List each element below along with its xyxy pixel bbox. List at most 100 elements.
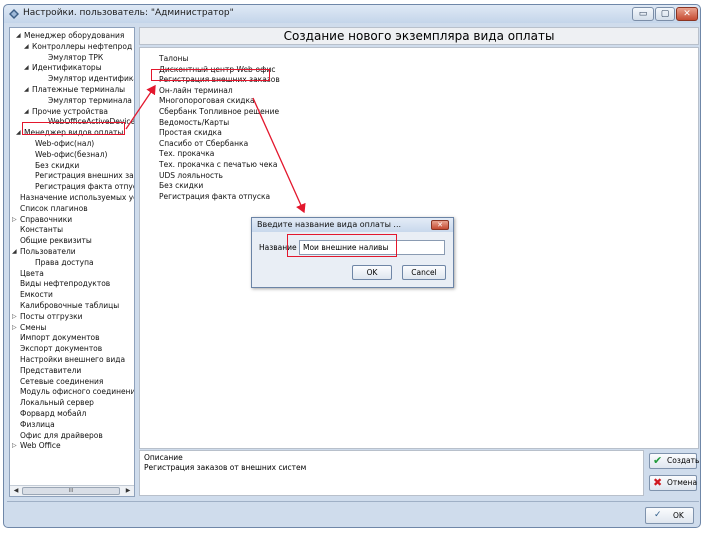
tree-item[interactable]: ◢ Менеджер видов оплаты [16, 127, 123, 138]
tree-item[interactable]: ◢ Пользователи [12, 246, 76, 257]
collapsed-triangle-icon[interactable]: ▷ [12, 311, 19, 322]
expanded-triangle-icon[interactable]: ◢ [24, 84, 31, 95]
tree-item-label: Модуль офисного соединени [20, 387, 135, 397]
tree-item[interactable]: ▷ Смены [12, 322, 46, 333]
collapsed-triangle-icon[interactable]: ▷ [12, 322, 19, 333]
tree-item-label: Эмулятор идентифика [48, 74, 135, 84]
tree-item[interactable]: Виды нефтепродуктов [20, 278, 110, 289]
create-button-label: Создать [667, 456, 700, 465]
scroll-right-icon[interactable]: ▶ [123, 486, 133, 496]
tree-item-label: Общие реквизиты [20, 236, 92, 246]
tree-item[interactable]: Импорт документов [20, 332, 100, 343]
tree-item-label: Калибровочные таблицы [20, 301, 120, 310]
tree-item[interactable]: ◢ Прочие устройства [24, 106, 108, 117]
tree-item[interactable]: Офис для драйверов [20, 430, 103, 441]
tree-item-label: Локальный сервер [20, 398, 94, 408]
scroll-thumb[interactable]: III [22, 487, 120, 495]
tree-item[interactable]: Права доступа [35, 257, 94, 268]
tree-item[interactable]: Эмулятор терминала [48, 95, 132, 106]
tree-item[interactable]: ◢ Контроллеры нефтепрод [24, 41, 133, 52]
tree-item[interactable]: Настройки внешнего вида [20, 354, 125, 365]
dialog-cancel-button[interactable]: Cancel [402, 265, 446, 280]
close-button[interactable]: ✕ [676, 7, 698, 21]
tree-item[interactable]: Модуль офисного соединени [20, 386, 135, 397]
tree-item[interactable]: Емкости [20, 289, 53, 300]
payment-type-item[interactable]: Регистрация факта отпуска [159, 191, 270, 202]
tree-item[interactable]: Калибровочные таблицы [20, 300, 119, 311]
payment-type-item[interactable]: Регистрация внешних заказов [159, 74, 280, 85]
expanded-triangle-icon[interactable]: ◢ [24, 62, 31, 73]
dialog-ok-button[interactable]: OK [352, 265, 392, 280]
payment-type-item[interactable]: Без скидки [159, 180, 203, 191]
payment-type-item[interactable]: Сбербанк Топливное решение [159, 106, 279, 117]
name-input[interactable] [299, 240, 445, 255]
expanded-triangle-icon[interactable]: ◢ [24, 41, 31, 52]
description-text: Регистрация заказов от внешних систем [144, 463, 307, 472]
collapsed-triangle-icon[interactable]: ▷ [12, 214, 19, 225]
tree-item[interactable]: ◢ Идентификаторы [24, 62, 102, 73]
tree-item[interactable]: Без скидки [35, 160, 79, 171]
tree-item[interactable]: Цвета [20, 268, 44, 279]
dialog-close-button[interactable]: ✕ [431, 220, 449, 230]
maximize-button[interactable]: ▢ [655, 7, 675, 21]
checkmark-icon: ✔ [653, 454, 663, 467]
expanded-triangle-icon[interactable]: ◢ [16, 127, 23, 138]
payment-type-item[interactable]: Ведомость/Карты [159, 117, 229, 128]
dialog-title: Введите название вида оплаты ... [257, 220, 402, 229]
tree-item[interactable]: ▷ Web Office [12, 440, 61, 451]
tree-item-label: Пользователи [20, 247, 76, 256]
tree-item[interactable]: Локальный сервер [20, 397, 94, 408]
name-field-label: Название [259, 243, 297, 252]
payment-type-item[interactable]: Тех. прокачка с печатью чека [159, 159, 277, 170]
tree-item-label: Виды нефтепродуктов [20, 279, 111, 289]
tree-item[interactable]: Эмулятор ТРК [48, 52, 103, 63]
tree-item[interactable]: Сетевые соединения [20, 376, 103, 387]
payment-type-item[interactable]: Дисконтный центр Web-офис [159, 64, 276, 75]
tree-item-label: Эмулятор ТРК [48, 52, 104, 62]
tree-item[interactable]: Web-офис(нал) [35, 138, 94, 149]
tree-item-label: Контроллеры нефтепрод [32, 41, 133, 51]
tree-item-label: Назначение используемых ус [20, 193, 135, 202]
payment-type-item[interactable]: Он-лайн терминал [159, 85, 233, 96]
tree-item[interactable]: Экспорт документов [20, 343, 102, 354]
close-icon: ✕ [437, 221, 443, 229]
tree-item[interactable]: ▷ Посты отгрузки [12, 311, 83, 322]
tree-item[interactable]: WebOfficeActiveDevice [48, 116, 134, 127]
tree-item[interactable]: Форвард мобайл [20, 408, 86, 419]
description-panel: Описание Регистрация заказов от внешних … [139, 450, 644, 496]
tree-item[interactable]: Общие реквизиты [20, 235, 92, 246]
title-bar[interactable]: Настройки. пользователь: "Администратор"… [4, 5, 700, 23]
scroll-left-icon[interactable]: ◀ [11, 486, 21, 496]
tree-item-label: Web-офис(безнал) [35, 149, 108, 159]
tree-item[interactable]: Физлица [20, 419, 55, 430]
tree-item[interactable]: Представители [20, 365, 81, 376]
tree-item[interactable]: ▷ Справочники [12, 214, 72, 225]
tree-item[interactable]: ◢ Платежные терминалы [24, 84, 125, 95]
payment-type-item[interactable]: Спасибо от Сбербанка [159, 138, 248, 149]
dialog-title-bar[interactable]: Введите название вида оплаты ... ✕ [252, 218, 453, 232]
tree-item[interactable]: Web-офис(безнал) [35, 149, 107, 160]
tree-horizontal-scrollbar[interactable]: ◀ III ▶ [10, 485, 134, 496]
tree-item[interactable]: Список плагинов [20, 203, 88, 214]
page-title: Создание нового экземпляра вида оплаты [139, 27, 699, 45]
payment-type-item[interactable]: Тех. прокачка [159, 148, 214, 159]
tree-item[interactable]: Эмулятор идентифика [48, 73, 135, 84]
tree-item[interactable]: Регистрация внешних зак [35, 170, 134, 181]
payment-type-item[interactable]: Талоны [159, 53, 188, 64]
expanded-triangle-icon[interactable]: ◢ [24, 106, 31, 117]
tree-item[interactable]: Регистрация факта отпуск [35, 181, 134, 192]
bottom-divider [7, 501, 699, 502]
create-button[interactable]: ✔ Создать [649, 453, 700, 469]
payment-type-item[interactable]: Простая скидка [159, 127, 222, 138]
tree-item[interactable]: Назначение используемых ус [20, 192, 135, 203]
payment-type-item[interactable]: Многопороговая скидка [159, 95, 255, 106]
minimize-button[interactable]: ▭ [632, 7, 654, 21]
collapsed-triangle-icon[interactable]: ▷ [12, 440, 19, 451]
tree-item[interactable]: ◢ Менеджер оборудования [16, 30, 124, 41]
cancel-button[interactable]: ✖ Отмена [649, 475, 697, 491]
expanded-triangle-icon[interactable]: ◢ [12, 246, 19, 257]
expanded-triangle-icon[interactable]: ◢ [16, 30, 23, 41]
ok-button[interactable]: ✓ OK [645, 507, 694, 524]
tree-item[interactable]: Константы [20, 224, 63, 235]
payment-type-item[interactable]: UDS лояльность [159, 170, 223, 181]
